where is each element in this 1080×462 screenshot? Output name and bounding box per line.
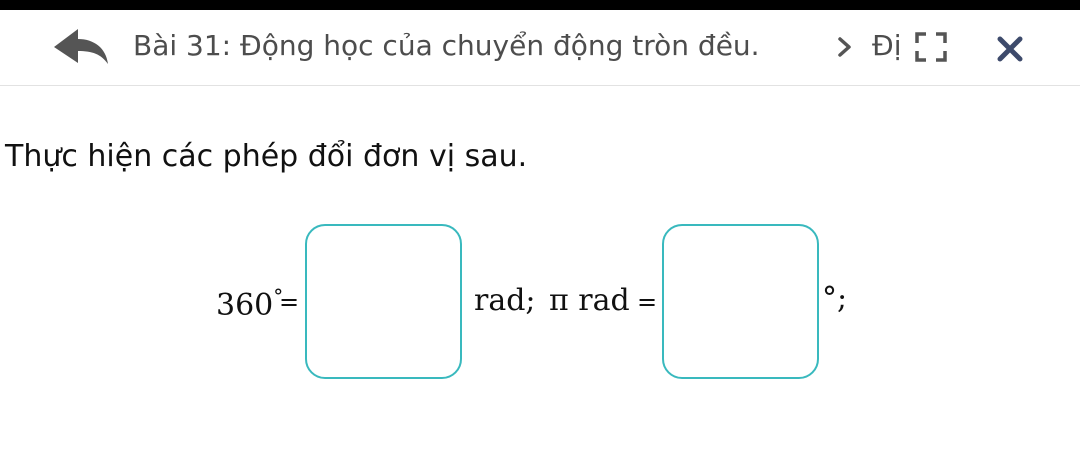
equals-sign-1: = <box>279 288 300 316</box>
breadcrumb-chevron[interactable] <box>836 36 854 58</box>
back-arrow-icon <box>54 29 108 64</box>
fullscreen-button[interactable] <box>914 31 948 63</box>
breadcrumb-next-item[interactable]: Đị <box>872 29 901 62</box>
system-top-bar <box>0 0 1080 10</box>
fullscreen-icon <box>915 32 947 62</box>
lesson-header: Bài 31: Động học của chuyển động tròn đề… <box>0 10 1080 86</box>
unit-rad-label: rad; <box>474 283 536 318</box>
lesson-title: Bài 31: Động học của chuyển động tròn đề… <box>133 29 760 62</box>
angle-value: 360 <box>216 288 274 323</box>
answer-input-degrees[interactable] <box>662 224 819 379</box>
close-button[interactable] <box>995 34 1025 64</box>
equals-sign-2: = <box>637 288 658 316</box>
pi-rad-label: π rad <box>549 283 630 318</box>
chevron-right-icon <box>838 37 851 57</box>
question-instruction: Thực hiện các phép đổi đơn vị sau. <box>5 139 528 174</box>
answer-input-radians[interactable] <box>305 224 462 379</box>
angle-360-label: 360° <box>216 286 283 321</box>
close-icon <box>997 36 1023 62</box>
back-button[interactable] <box>52 26 110 68</box>
unit-degree-label: °; <box>822 281 848 316</box>
